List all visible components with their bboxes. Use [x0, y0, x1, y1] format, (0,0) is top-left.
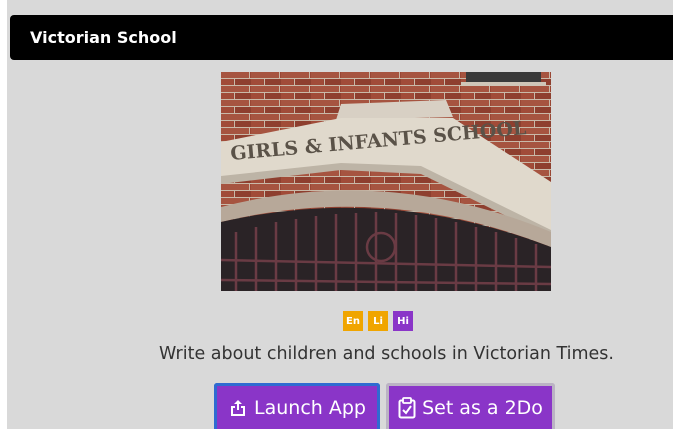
tag-history: Hi — [393, 311, 413, 331]
tag-literacy: Li — [368, 311, 388, 331]
activity-description: Write about children and schools in Vict… — [159, 344, 614, 364]
tag-english: En — [343, 311, 363, 331]
set-2do-label: Set as a 2Do — [422, 396, 543, 419]
app-title: Victorian School — [30, 28, 177, 47]
share-icon — [231, 399, 246, 416]
clipboard-check-icon — [398, 396, 416, 418]
app-header: Victorian School — [10, 15, 673, 60]
launch-app-label: Launch App — [254, 396, 366, 419]
school-photo: GIRLS & INFANTS SCHOOL — [221, 72, 551, 291]
set-2do-button[interactable]: Set as a 2Do — [386, 383, 555, 429]
launch-app-button[interactable]: Launch App — [214, 383, 380, 429]
subject-tags: En Li Hi — [343, 311, 413, 331]
